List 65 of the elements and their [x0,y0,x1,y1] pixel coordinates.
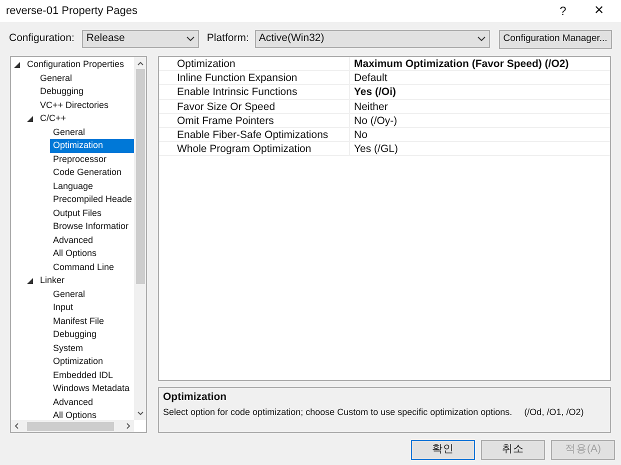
tree-item[interactable]: Input [50,301,134,314]
tree-item[interactable]: System [50,342,134,355]
scroll-left-icon[interactable] [13,422,21,430]
tree-item[interactable]: Linker [37,274,134,288]
property-value[interactable]: Yes (/GL) [350,142,398,156]
tree-item[interactable]: Windows Metadata [50,382,134,396]
property-value[interactable]: No [350,128,368,142]
platform-dropdown[interactable]: Active(Win32) [254,30,490,48]
description-title: Optimization [163,390,228,405]
property-name[interactable]: Omit Frame Pointers [159,114,350,127]
tree-item[interactable]: Debugging [50,328,134,342]
tree-item[interactable]: Browse Informatior [50,220,134,234]
chevron-down-icon [476,36,486,42]
tree-item[interactable]: Code Generation [50,166,134,180]
expanded-triangle-icon[interactable] [14,62,20,68]
tree-item[interactable]: General [37,72,134,85]
tree-item[interactable]: C/C++ [37,112,134,126]
property-value[interactable]: No (/Oy-) [350,114,398,127]
scrollbar-thumb[interactable] [27,422,114,430]
property-value[interactable]: Default [350,71,388,84]
tree-item[interactable]: General [50,288,134,301]
configuration-dropdown[interactable]: Release [82,30,199,48]
property-name[interactable]: Enable Intrinsic Functions [159,85,350,99]
tree-item[interactable]: Configuration Properties [24,58,134,72]
dialog-button[interactable]: 취소 [481,440,545,460]
tree-item[interactable]: Preprocessor [50,152,134,166]
scroll-right-icon[interactable] [124,422,132,430]
tree-item[interactable]: Debugging [37,85,134,98]
dialog-button[interactable]: 확인 [411,440,475,460]
horizontal-scrollbar[interactable] [11,420,134,432]
property-name[interactable]: Enable Fiber-Safe Optimizations [159,128,350,142]
property-value[interactable]: Yes (/Oi) [350,85,396,99]
chevron-down-icon [186,36,195,42]
tree-item[interactable]: Output Files [50,206,134,220]
tree-item[interactable]: Optimization [50,139,134,152]
property-name[interactable]: Favor Size Or Speed [159,100,350,113]
tree-item[interactable]: Advanced [50,234,134,247]
tree-item[interactable]: Advanced [50,396,134,409]
close-button[interactable]: × [581,3,617,19]
window-title: reverse-01 Property Pages [6,4,138,19]
expanded-triangle-icon[interactable] [27,278,33,284]
tree-item[interactable]: VC++ Directories [37,98,134,112]
platform-label: Platform: [206,31,249,46]
scrollbar-thumb[interactable] [136,69,144,284]
description-text: Select option for code optimization; choose Custom to use specific optimization options. [163,406,512,419]
switches-text: (/Od, /O1, /O2) [524,406,584,419]
configuration-label: Configuration: [9,31,74,46]
property-value[interactable]: Maximum Optimization (Favor Speed) (/O2) [350,57,569,70]
property-name[interactable]: Whole Program Optimization [159,142,350,156]
help-button[interactable]: ? [545,2,581,20]
property-name[interactable]: Optimization [159,57,350,70]
property-value[interactable]: Neither [350,100,388,113]
tree-item[interactable]: Embedded IDL [50,368,134,382]
property-name[interactable]: Inline Function Expansion [159,71,350,84]
tree-item[interactable]: Command Line [50,260,134,274]
tree-item[interactable]: All Options [50,247,134,260]
configuration-manager-button[interactable]: Configuration Manager... [498,30,612,48]
tree-item[interactable]: All Options [50,409,134,420]
tree-item[interactable]: General [50,126,134,139]
tree-item[interactable]: Manifest File [50,314,134,328]
tree-item[interactable]: Language [50,180,134,193]
expanded-triangle-icon[interactable] [27,116,33,122]
tree-item[interactable]: Optimization [50,355,134,368]
vertical-scrollbar[interactable] [134,57,146,420]
tree-item[interactable]: Precompiled Heade [50,193,134,206]
